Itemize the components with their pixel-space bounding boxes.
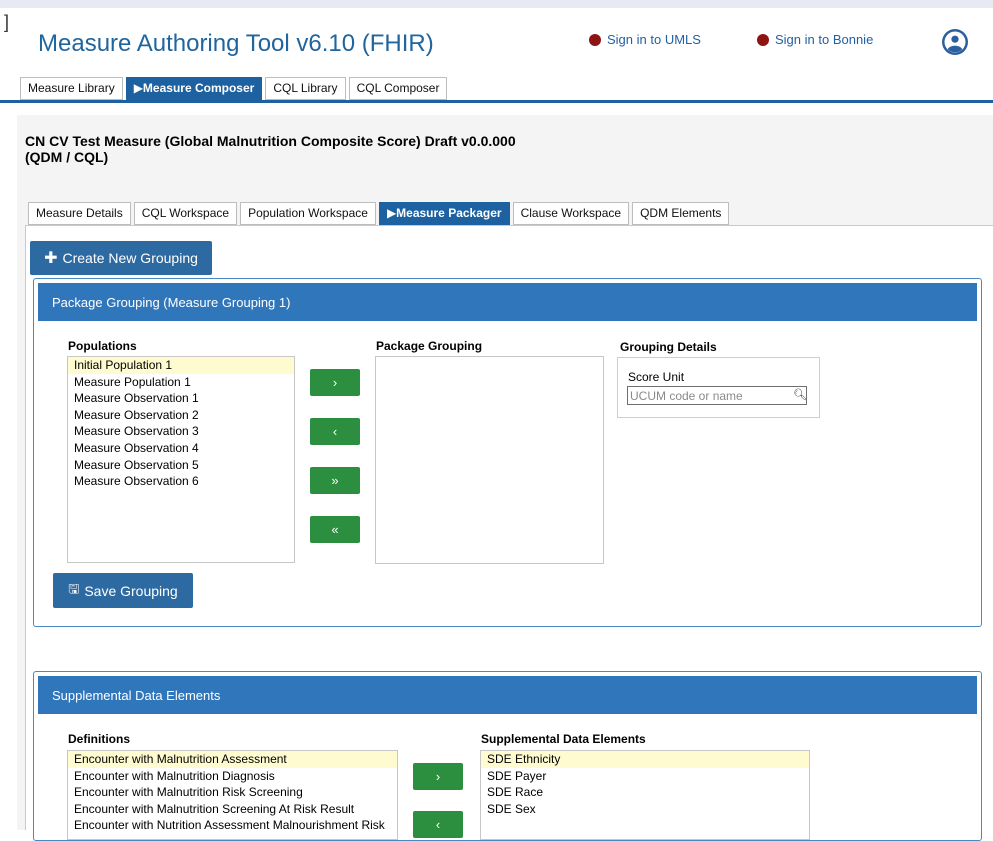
sign-in-bonnie-label: Sign in to Bonnie [775,32,874,47]
score-unit-field: 🔍︎ [627,386,807,405]
populations-label: Populations [68,339,137,353]
list-item[interactable]: Measure Observation 3 [68,423,294,440]
remove-sde-button[interactable]: ‹ [413,811,463,838]
remove-population-button[interactable]: ‹ [310,418,360,445]
supplemental-data-header: Supplemental Data Elements [38,676,977,714]
package-grouping-list[interactable] [375,356,604,564]
list-item[interactable]: Encounter with Malnutrition Screening At… [68,801,397,818]
umls-status-dot-icon [589,33,601,46]
list-item[interactable]: Measure Observation 4 [68,440,294,457]
bonnie-status-dot-icon [757,33,769,46]
add-population-button[interactable]: › [310,369,360,396]
sign-in-bonnie-link[interactable]: Sign in to Bonnie [757,32,873,47]
list-item[interactable]: Encounter with Malnutrition Assessment [68,751,397,768]
tab-qdm-elements[interactable]: QDM Elements [632,202,730,225]
tab-measure-details[interactable]: Measure Details [28,202,131,225]
nav-divider [0,100,993,103]
measure-sub-tabs: Measure Details CQL Workspace Population… [28,202,730,225]
app-title: Measure Authoring Tool v6.10 (FHIR) [38,30,434,57]
list-item[interactable]: SDE Sex [481,801,809,818]
tab-cql-library[interactable]: CQL Library [265,77,346,100]
sde-list[interactable]: SDE Ethnicity SDE Payer SDE Race SDE Sex [480,750,810,840]
create-new-grouping-button[interactable]: ✚ Create New Grouping [30,241,212,275]
add-all-populations-button[interactable]: » [310,467,360,494]
list-item[interactable]: Measure Observation 6 [68,473,294,490]
package-grouping-label: Package Grouping [376,339,483,353]
create-grouping-label: Create New Grouping [62,250,198,266]
user-profile-icon[interactable] [941,28,969,56]
sign-in-umls-link[interactable]: Sign in to UMLS [589,32,701,47]
browser-top-strip [0,0,993,8]
bracket-glyph: ] [4,12,10,32]
sign-in-umls-label: Sign in to UMLS [607,32,701,47]
list-item[interactable]: SDE Race [481,784,809,801]
save-grouping-label: Save Grouping [84,582,178,599]
plus-icon: ✚ [44,250,58,267]
list-item[interactable]: Encounter with Malnutrition Risk Screeni… [68,784,397,801]
measure-title-line2: (QDM / CQL) [25,149,109,165]
package-grouping-header: Package Grouping (Measure Grouping 1) [38,283,977,321]
tab-cql-workspace[interactable]: CQL Workspace [133,202,238,225]
measure-title: CN CV Test Measure (Global Malnutrition … [25,133,665,165]
list-item[interactable]: SDE Payer [481,768,809,785]
tab-cql-composer[interactable]: CQL Composer [348,77,448,100]
save-grouping-button[interactable]: 🖫 Save Grouping [53,573,193,608]
definitions-list[interactable]: Encounter with Malnutrition Assessment E… [67,750,398,840]
list-item[interactable]: Encounter with Malnutrition Diagnosis [68,768,397,785]
score-unit-label: Score Unit [628,370,685,384]
list-item[interactable]: SDE Ethnicity [481,751,809,768]
measure-title-line1: CN CV Test Measure (Global Malnutrition … [25,133,516,149]
list-item[interactable]: Encounter with Nutrition Assessment Maln… [68,817,397,834]
add-sde-button[interactable]: › [413,763,463,790]
definitions-label: Definitions [68,732,130,746]
sde-label: Supplemental Data Elements [481,732,646,746]
main-nav-tabs: Measure Library ▶Measure Composer CQL Li… [20,77,448,100]
score-unit-input[interactable] [627,386,807,405]
grouping-details-label: Grouping Details [620,340,717,354]
remove-all-populations-button[interactable]: « [310,516,360,543]
floppy-disk-icon: 🖫 [68,580,80,596]
tab-population-workspace[interactable]: Population Workspace [240,202,376,225]
list-item[interactable]: Initial Population 1 [68,357,294,374]
list-item[interactable]: Measure Observation 5 [68,457,294,474]
search-icon[interactable]: 🔍︎ [793,388,807,401]
tab-measure-library[interactable]: Measure Library [20,77,123,100]
list-item[interactable]: Measure Observation 2 [68,407,294,424]
list-item[interactable]: Measure Population 1 [68,374,294,391]
tab-clause-workspace[interactable]: Clause Workspace [512,202,630,225]
list-item[interactable]: Measure Observation 1 [68,390,294,407]
tab-measure-composer[interactable]: ▶Measure Composer [125,77,263,100]
populations-list[interactable]: Initial Population 1 Measure Population … [67,356,295,563]
tab-measure-packager[interactable]: ▶Measure Packager [378,202,510,225]
